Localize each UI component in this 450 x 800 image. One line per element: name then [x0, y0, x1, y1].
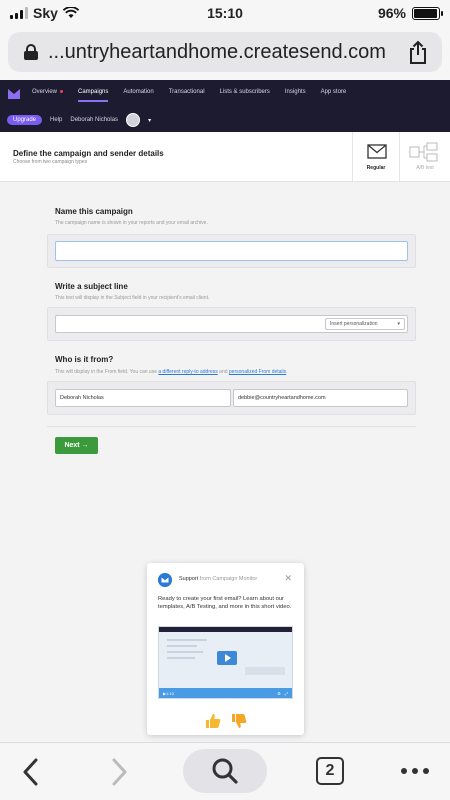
address-bar[interactable]: ...untryheartandhome.createsend.com [8, 32, 442, 72]
play-icon[interactable] [217, 651, 237, 665]
search-button[interactable] [183, 749, 267, 793]
type-ab-label: A/B test [416, 165, 434, 171]
support-popup: Support from Campaign Monitor ✕ Ready to… [147, 563, 304, 735]
subject-section-title: Write a subject line [55, 282, 128, 291]
envelope-icon [367, 144, 387, 159]
reply-to-link[interactable]: a different reply-to address [158, 369, 217, 375]
nav-automation[interactable]: Automation [123, 89, 153, 102]
from-name-input[interactable]: Deborah Nicholas [55, 389, 231, 407]
upgrade-button[interactable]: Upgrade [7, 115, 43, 125]
main-nav: Overview Campaigns Automation Transactio… [32, 89, 361, 102]
thumbs-down-icon[interactable] [231, 713, 247, 729]
next-button[interactable]: Next → [55, 437, 98, 454]
fullscreen-icon[interactable]: ⤢ [285, 691, 288, 696]
url-text: ...untryheartandhome.createsend.com [48, 41, 386, 63]
nav-lists-subscribers[interactable]: Lists & subscribers [220, 89, 270, 102]
type-regular-label: Regular [366, 165, 386, 171]
popup-header: Support from Campaign Monitor [179, 576, 258, 582]
campaign-monitor-logo-icon [158, 573, 172, 587]
nav-app-store[interactable]: App store [321, 89, 347, 102]
help-link[interactable]: Help [50, 117, 62, 123]
form-divider [47, 426, 416, 427]
from-section-help: This will display in the From field. You… [55, 369, 288, 375]
campaign-type-regular[interactable]: Regular [352, 132, 400, 181]
page-subtitle: Choose from two campaign types [13, 159, 88, 165]
video-time: 1:10 [166, 690, 174, 696]
close-icon[interactable]: ✕ [284, 573, 292, 584]
chevron-down-icon[interactable]: ▾ [148, 117, 151, 124]
app-navbar: Overview Campaigns Automation Transactio… [0, 80, 450, 132]
from-section-title: Who is it from? [55, 355, 114, 364]
feedback-buttons [205, 713, 247, 729]
subject-section-help: This text will display in the Subject fi… [55, 295, 210, 301]
back-icon[interactable] [20, 757, 42, 787]
video-player[interactable]: ▶ 1:10 ⚙ ⤢ [158, 626, 293, 699]
chevron-down-icon: ▾ [397, 321, 400, 327]
insert-personalization-select[interactable]: Insert personalization ▾ [325, 318, 405, 330]
campaign-type-ab-test[interactable]: A/B test [400, 132, 450, 181]
tabs-button[interactable]: 2 [316, 757, 344, 785]
page-title: Define the campaign and sender details [13, 149, 164, 158]
popup-body: Ready to create your first email? Learn … [158, 596, 292, 611]
notification-dot [60, 89, 64, 93]
gear-icon[interactable]: ⚙ [277, 691, 281, 696]
name-section-title: Name this campaign [55, 207, 133, 216]
avatar[interactable] [126, 113, 141, 127]
search-icon [212, 758, 238, 784]
browser-toolbar: ...untryheartandhome.createsend.com [0, 28, 450, 80]
share-icon[interactable] [408, 40, 428, 64]
nav-overview[interactable]: Overview [32, 89, 64, 102]
nav-insights[interactable]: Insights [285, 89, 306, 102]
more-icon[interactable] [401, 768, 429, 774]
ab-test-icon [409, 142, 438, 162]
browser-bottom-bar: 2 [0, 742, 450, 800]
from-email-input[interactable]: debbie@countryheartandhome.com [233, 389, 408, 407]
personalization-label: Insert personalization [330, 321, 378, 327]
secondary-nav: Upgrade Help Deborah Nicholas ▾ [7, 113, 151, 127]
user-name[interactable]: Deborah Nicholas [70, 117, 118, 123]
campaign-monitor-logo-icon[interactable] [8, 89, 20, 99]
video-controls[interactable]: ▶ 1:10 ⚙ ⤢ [159, 688, 292, 698]
forward-icon[interactable] [108, 757, 130, 787]
battery-percent: 96% [377, 5, 406, 21]
campaign-name-input[interactable] [55, 241, 408, 261]
nav-transactional[interactable]: Transactional [169, 89, 205, 102]
personalized-from-link[interactable]: personalized From details [229, 369, 286, 375]
status-bar: Sky 15:10 96% [0, 0, 450, 28]
thumbs-up-icon[interactable] [205, 713, 221, 729]
battery-icon [412, 6, 443, 20]
nav-campaigns[interactable]: Campaigns [78, 89, 109, 102]
battery-group: 96% [377, 5, 443, 21]
lock-icon [24, 44, 38, 60]
name-section-help: The campaign name is shown in your repor… [55, 220, 208, 226]
